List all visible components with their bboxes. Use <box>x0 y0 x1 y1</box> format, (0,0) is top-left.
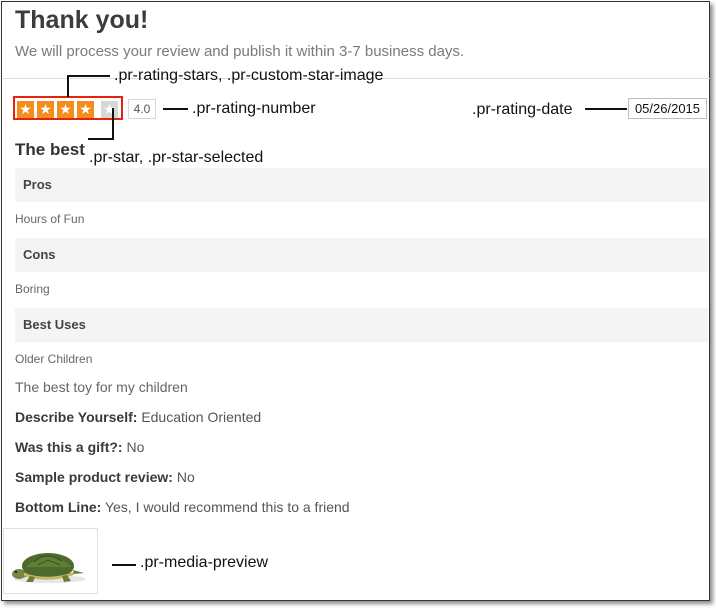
section-value-pros: Hours of Fun <box>15 212 85 226</box>
turtle-image <box>12 553 86 583</box>
callout-line <box>585 108 627 110</box>
rating-stars: ★ ★ ★ ★ ★ <box>13 96 123 120</box>
attribute-describe-yourself: Describe Yourself: Education Oriented <box>15 409 261 425</box>
callout-line <box>112 108 114 140</box>
page-title: Thank you! <box>15 6 149 34</box>
attribute-value: Yes, I would recommend this to a friend <box>104 499 350 515</box>
media-preview[interactable] <box>3 528 98 594</box>
section-value-best-uses: Older Children <box>15 352 93 366</box>
star-selected-icon: ★ <box>17 101 34 118</box>
section-header-pros: Pros <box>15 168 708 202</box>
review-comments: The best toy for my children <box>15 379 188 395</box>
callout-line <box>163 108 188 110</box>
star-empty-icon: ★ <box>101 101 118 118</box>
attribute-gift: Was this a gift?: No <box>15 439 144 455</box>
attribute-label: Describe Yourself: <box>15 409 138 425</box>
annotation-star: .pr-star, .pr-star-selected <box>89 149 264 166</box>
section-header-cons: Cons <box>15 238 708 272</box>
attribute-value: No <box>126 439 145 455</box>
annotation-rating-date: .pr-rating-date <box>472 101 573 118</box>
section-value-cons: Boring <box>15 282 50 296</box>
section-header-best-uses: Best Uses <box>15 308 708 342</box>
star-selected-icon: ★ <box>77 101 94 118</box>
attribute-label: Was this a gift?: <box>15 439 123 455</box>
star-selected-icon: ★ <box>37 101 54 118</box>
attribute-label: Sample product review: <box>15 469 173 485</box>
section-label: Best Uses <box>23 317 86 332</box>
section-label: Cons <box>23 247 56 262</box>
section-label: Pros <box>23 177 52 192</box>
callout-line <box>88 138 114 140</box>
callout-line <box>67 75 69 97</box>
attribute-value: Education Oriented <box>141 409 262 425</box>
review-confirmation-panel: Thank you! We will process your review a… <box>1 1 710 601</box>
callout-line <box>67 75 110 77</box>
annotation-rating-stars: .pr-rating-stars, .pr-custom-star-image <box>114 67 384 84</box>
attribute-label: Bottom Line: <box>15 499 102 515</box>
attribute-sample-review: Sample product review: No <box>15 469 195 485</box>
review-headline: The best <box>15 140 85 159</box>
annotation-rating-number: .pr-rating-number <box>192 100 316 117</box>
attribute-value: No <box>176 469 195 485</box>
callout-line <box>112 564 136 566</box>
star-selected-icon: ★ <box>57 101 74 118</box>
rating-number: 4.0 <box>128 99 156 119</box>
annotation-media-preview: .pr-media-preview <box>140 554 269 571</box>
attribute-bottom-line: Bottom Line: Yes, I would recommend this… <box>15 499 350 515</box>
page-subtitle: We will process your review and publish … <box>15 43 465 60</box>
rating-date: 05/26/2015 <box>628 98 707 119</box>
